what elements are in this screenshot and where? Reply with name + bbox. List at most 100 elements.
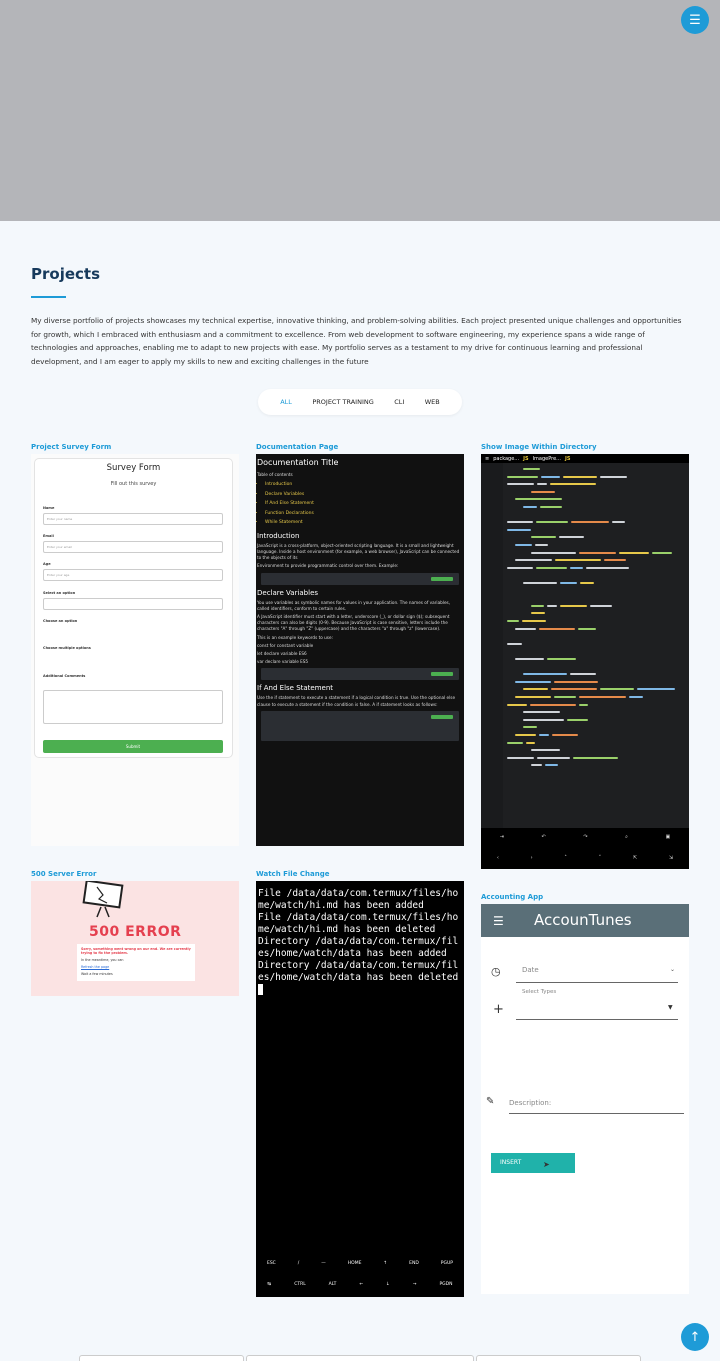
code-token <box>559 536 584 539</box>
arrow-down-icon: ˅ <box>598 854 602 861</box>
project-title-watch-file[interactable]: Watch File Change <box>256 870 329 878</box>
key-esc: ESC <box>266 1261 276 1266</box>
js-icon: JS <box>523 455 529 462</box>
doc-keyword: var declare variable ES5 <box>257 659 309 665</box>
filter-cli[interactable]: CLI <box>394 398 404 406</box>
date-label: Date <box>522 966 539 974</box>
code-token <box>652 551 672 554</box>
code-token <box>523 582 557 584</box>
home-key-icon: ⇱ <box>632 854 638 861</box>
chevron-down-icon: ⌄ <box>670 966 676 973</box>
doc-paragraph: You use variables as symbolic names for … <box>257 599 451 611</box>
code-token <box>637 688 675 691</box>
code-token <box>507 528 531 531</box>
survey-subheading: Fill out this survey <box>110 481 157 487</box>
doc-heading: If And Else Statement <box>257 684 334 693</box>
code-token <box>573 756 618 759</box>
filter-web[interactable]: WEB <box>425 398 440 406</box>
terminal-keys-row: ↹ CTRL ALT ← ↓ → PGDN <box>256 1282 464 1287</box>
pencil-icon: ✎ <box>486 1096 495 1107</box>
survey-email-input: Enter your email <box>43 541 223 553</box>
code-token <box>515 680 551 683</box>
arrow-right-icon: › <box>530 854 533 861</box>
code-token <box>578 627 596 630</box>
code-token <box>579 696 626 698</box>
project-thumb-accounting[interactable]: ☰ AccounTunes ◷ Date ⌄ + Select Types ▼ … <box>481 904 689 1294</box>
code-token <box>552 734 578 736</box>
code-token <box>539 734 549 736</box>
key-ctrl: CTRL <box>294 1282 306 1287</box>
doc-paragraph: This is an example keywords to use: <box>257 634 333 640</box>
doc-heading: Declare Variables <box>257 588 319 597</box>
date-underline <box>516 982 678 983</box>
survey-select <box>43 598 223 610</box>
app-title: AccounTunes <box>534 911 632 929</box>
survey-comments <box>43 690 223 724</box>
terminal-cursor <box>258 984 263 995</box>
description-underline <box>509 1113 684 1114</box>
survey-label: Choose multiple options <box>43 646 91 650</box>
project-title-accounting[interactable]: Accounting App <box>481 893 543 901</box>
code-token <box>537 756 570 759</box>
doc-toc-item: While Statement <box>265 518 463 528</box>
code-token <box>523 711 560 714</box>
survey-name-input: Enter your name <box>43 513 223 525</box>
code-token <box>531 749 560 752</box>
key-slash: / <box>297 1261 300 1266</box>
code-token <box>507 703 527 706</box>
project-thumb-show-image[interactable]: ≡ package... JS ImagePre... JS ⇥ ↶ ↷ ⌕ ▣… <box>481 454 689 869</box>
code-token <box>515 734 536 736</box>
footer-card <box>476 1355 641 1361</box>
dropdown-arrow-icon: ▼ <box>668 1004 673 1011</box>
filter-bar: ALL PROJECT TRAINING CLI WEB <box>258 389 462 415</box>
project-thumb-500-error[interactable]: 500 ERROR Sorry, something went wrong on… <box>31 881 239 996</box>
project-thumb-survey[interactable]: Survey Form Fill out this survey Name En… <box>31 454 239 846</box>
code-token <box>531 764 542 767</box>
project-thumb-documentation[interactable]: Documentation Title Table of contents In… <box>256 454 464 846</box>
error-submessage: In the meantime, you can <box>81 958 124 962</box>
code-token <box>545 764 558 767</box>
code-token <box>560 604 587 607</box>
code-token <box>531 536 556 539</box>
hamburger-icon: ≡ <box>485 455 490 462</box>
doc-toc-item: Introduction <box>265 480 463 490</box>
code-token <box>550 483 596 486</box>
hamburger-icon: ☰ <box>493 914 504 928</box>
code-token <box>570 673 596 676</box>
code-token <box>579 551 616 554</box>
send-icon: ➤ <box>543 1160 550 1169</box>
key-up: ↑ <box>383 1261 388 1266</box>
footer-card <box>246 1355 474 1361</box>
project-thumb-watch-file[interactable]: File /data/data/com.termux/files/home/wa… <box>256 881 464 1297</box>
code-token <box>522 620 546 622</box>
menu-icon[interactable]: ☰ <box>681 6 709 34</box>
code-token <box>540 506 562 508</box>
code-token <box>629 696 643 698</box>
arrow-left-icon: ‹ <box>496 854 499 861</box>
doc-keyword: const for constant variable <box>257 642 314 648</box>
title-underline <box>31 296 66 298</box>
code-token <box>507 741 523 744</box>
editor-toolbar: ⇥ ↶ ↷ ⌕ ▣ <box>481 828 689 846</box>
section-description: My diverse portfolio of projects showcas… <box>31 316 682 366</box>
project-title-show-image[interactable]: Show Image Within Directory <box>481 443 597 451</box>
filter-all[interactable]: ALL <box>280 398 292 406</box>
project-title-survey[interactable]: Project Survey Form <box>31 443 111 451</box>
key-home: HOME <box>347 1261 362 1266</box>
project-title-500-error[interactable]: 500 Server Error <box>31 870 96 878</box>
filter-project-training[interactable]: PROJECT TRAINING <box>312 398 373 406</box>
survey-label: Name <box>43 506 55 510</box>
code-token <box>612 521 625 524</box>
key-left: ← <box>359 1282 364 1287</box>
doc-toc-item: Declare Variables <box>265 490 463 500</box>
editor-gutter <box>481 463 503 828</box>
clock-icon: ◷ <box>491 965 501 978</box>
error-code-text: 500 ERROR <box>89 924 182 940</box>
survey-label: Additional Comments <box>43 674 86 678</box>
code-token <box>560 582 577 584</box>
scroll-top-button[interactable]: ↑ <box>681 1323 709 1351</box>
survey-label: Choose an option <box>43 619 78 623</box>
code-token <box>515 559 552 562</box>
code-token <box>515 658 544 660</box>
project-title-documentation[interactable]: Documentation Page <box>256 443 338 451</box>
